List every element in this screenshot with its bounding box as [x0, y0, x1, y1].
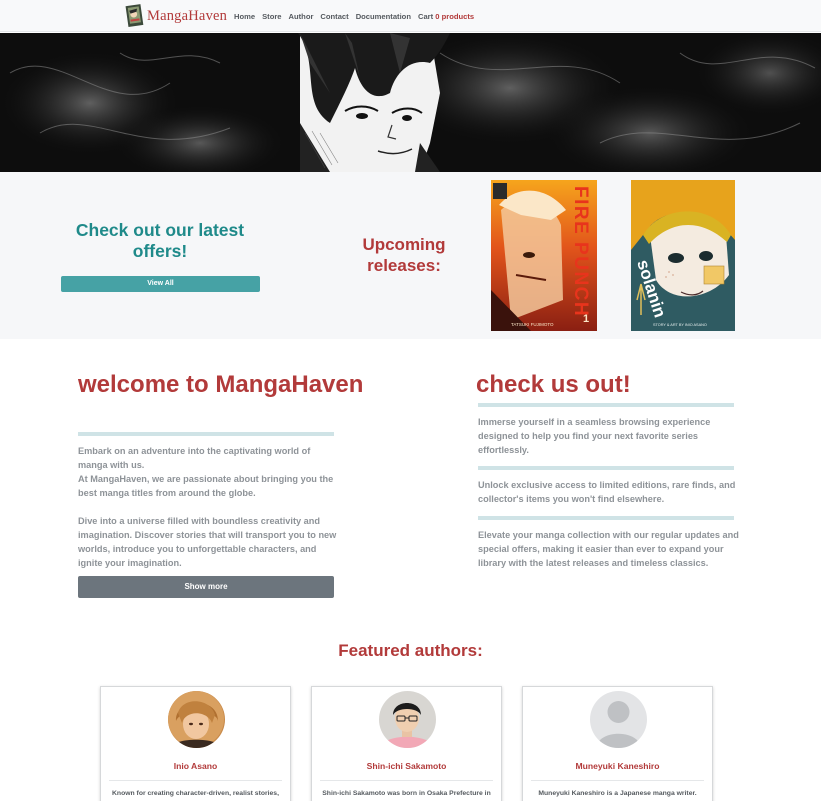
- nav-link-home[interactable]: Home: [234, 12, 255, 21]
- cart-label: Cart: [417, 11, 434, 21]
- author-name[interactable]: Muneyuki Kaneshiro: [523, 761, 712, 771]
- welcome-paragraph-3: Dive into a universe filled with boundle…: [78, 516, 337, 568]
- check-item-1: Immerse yourself in a seamless browsing …: [478, 417, 711, 455]
- cart-count: 0 products: [435, 11, 475, 21]
- view-all-button[interactable]: View All: [61, 276, 260, 292]
- author-name[interactable]: Inio Asano: [101, 761, 290, 771]
- check-item-3: Elevate your manga collection with our r…: [478, 530, 739, 568]
- cover-solanin[interactable]: solanin STORY & ART BY INIO ASANO: [631, 180, 735, 331]
- card-divider: [109, 780, 282, 781]
- avatar-photo-icon: [168, 691, 225, 748]
- page: MangaHaven Home Store Author Contact Doc…: [0, 0, 821, 801]
- offers-heading: Check out our latest offers!: [75, 220, 245, 261]
- check-divider-2: [478, 466, 734, 470]
- check-item-2: Unlock exclusive access to limited editi…: [478, 480, 736, 504]
- welcome-divider: [78, 432, 334, 436]
- fire-punch-volume: 1: [583, 313, 589, 325]
- author-name[interactable]: Shin-ichi Sakamoto: [312, 761, 501, 771]
- avatar-inio-asano: [168, 691, 225, 748]
- offers-section: Check out our latest offers! View All Up…: [0, 172, 821, 339]
- fire-punch-cover-art: FIRE PUNCH 1 TATSUKI FUJIMOTO: [491, 180, 597, 331]
- fire-punch-title: FIRE PUNCH: [570, 186, 591, 317]
- fire-punch-author: TATSUKI FUJIMOTO: [511, 322, 554, 327]
- check-divider-1: [478, 403, 734, 407]
- featured-authors-title: Featured authors:: [338, 641, 483, 660]
- solanin-author: STORY & ART BY INIO ASANO: [653, 323, 707, 327]
- nav-link-store[interactable]: Store: [262, 12, 281, 21]
- hero-manga-art: [0, 33, 821, 172]
- author-description: Known for creating character-driven, rea…: [112, 790, 279, 797]
- cover-fire-punch[interactable]: FIRE PUNCH 1 TATSUKI FUJIMOTO: [491, 180, 597, 331]
- author-description: Shin-ichi Sakamoto was born in Osaka Pre…: [322, 790, 491, 797]
- solanin-cover-art: solanin STORY & ART BY INIO ASANO: [631, 180, 735, 331]
- welcome-title: welcome to MangaHaven: [78, 371, 364, 398]
- manga-book-logo-icon: [125, 4, 144, 28]
- card-divider: [320, 780, 493, 781]
- welcome-paragraph-1: Embark on an adventure into the captivat…: [78, 446, 311, 470]
- nav-links: Home Store Author Contact Documentation …: [234, 0, 481, 32]
- check-divider-3: [478, 516, 734, 520]
- author-card-muneyuki-kaneshiro[interactable]: Muneyuki Kaneshiro Muneyuki Kaneshiro is…: [522, 686, 713, 801]
- hero-banner: [0, 33, 821, 172]
- nav-link-documentation[interactable]: Documentation: [356, 12, 411, 21]
- nav-link-author[interactable]: Author: [289, 12, 314, 21]
- avatar-photo-icon: [379, 691, 436, 748]
- nav-link-contact[interactable]: Contact: [320, 12, 348, 21]
- upcoming-releases-heading: Upcoming releases:: [362, 235, 446, 275]
- avatar-muneyuki-kaneshiro: [590, 691, 647, 748]
- nav-link-cart[interactable]: Cart 0 products: [418, 12, 474, 21]
- brand[interactable]: MangaHaven: [125, 3, 227, 29]
- author-description: Muneyuki Kaneshiro is a Japanese manga w…: [538, 790, 697, 797]
- brand-name: MangaHaven: [147, 7, 228, 24]
- author-card-shin-ichi-sakamoto[interactable]: Shin-ichi Sakamoto Shin-ichi Sakamoto wa…: [311, 686, 502, 801]
- welcome-paragraph-2: At MangaHaven, we are passionate about b…: [78, 474, 334, 498]
- avatar-shin-ichi-sakamoto: [379, 691, 436, 748]
- default-user-icon: [590, 691, 647, 748]
- author-card-inio-asano[interactable]: Inio Asano Known for creating character-…: [100, 686, 291, 801]
- card-divider: [531, 780, 704, 781]
- check-us-out-title: check us out!: [476, 371, 631, 398]
- show-more-button[interactable]: Show more: [78, 576, 334, 598]
- navbar: MangaHaven Home Store Author Contact Doc…: [0, 0, 821, 32]
